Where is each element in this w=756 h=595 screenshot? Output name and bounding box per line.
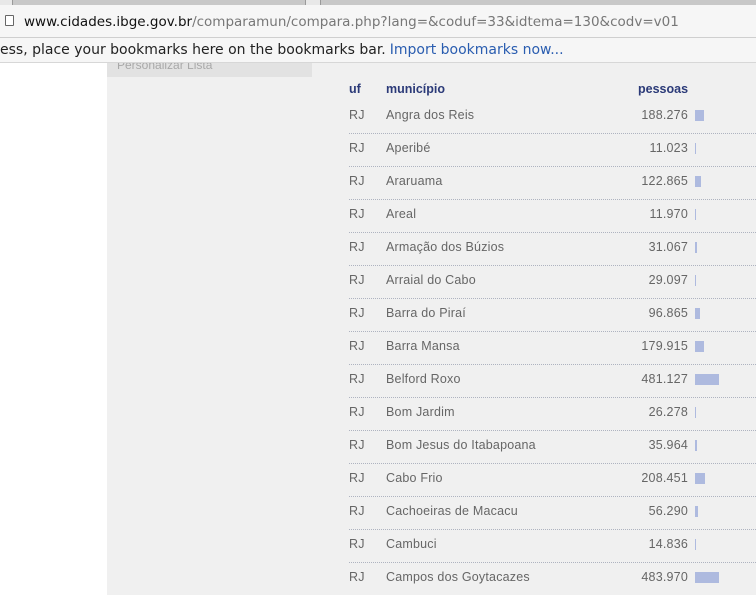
url-path: /comparamun/compara.php?lang=&coduf=33&i… (192, 14, 679, 30)
population-bar (695, 275, 696, 286)
cell-pessoas: 35.964 (648, 438, 688, 452)
bookmarks-message: ess, place your bookmarks here on the bo… (0, 42, 564, 58)
population-bar (695, 539, 696, 550)
cell-pessoas: 14.836 (648, 537, 688, 551)
cell-uf: RJ (349, 174, 365, 188)
import-bookmarks-link[interactable]: Import bookmarks now... (390, 42, 564, 58)
page-icon (5, 15, 14, 26)
cell-municipio[interactable]: Armação dos Búzios (386, 240, 504, 254)
cell-uf: RJ (349, 273, 365, 287)
column-header-uf[interactable]: uf (349, 82, 361, 96)
cell-pessoas: 122.865 (641, 174, 688, 188)
table-row: RJ Bom Jesus do Itabapoana 35.964 (349, 430, 756, 464)
cell-pessoas: 179.915 (641, 339, 688, 353)
address-bar[interactable]: www.cidades.ibge.gov.br/comparamun/compa… (0, 5, 756, 38)
population-bar (695, 572, 719, 583)
sidebar-item-personalizar-lista[interactable]: Personalizar Lista (107, 63, 312, 77)
cell-pessoas: 11.970 (649, 207, 688, 221)
cell-pessoas: 483.970 (641, 570, 688, 584)
cell-municipio[interactable]: Cachoeiras de Macacu (386, 504, 518, 518)
cell-municipio[interactable]: Angra dos Reis (386, 108, 474, 122)
cell-uf: RJ (349, 471, 365, 485)
population-bar (695, 110, 704, 121)
population-bar (695, 506, 698, 517)
cell-uf: RJ (349, 504, 365, 518)
cell-pessoas: 188.276 (641, 108, 688, 122)
cell-municipio[interactable]: Aperibé (386, 141, 431, 155)
cell-uf: RJ (349, 339, 365, 353)
population-bar (695, 308, 700, 319)
column-header-municipio[interactable]: município (386, 82, 445, 96)
population-bar (695, 341, 704, 352)
cell-pessoas: 56.290 (648, 504, 688, 518)
population-bar (695, 407, 696, 418)
cell-pessoas: 31.067 (648, 240, 688, 254)
cell-pessoas: 29.097 (648, 273, 688, 287)
table-row: RJ Bom Jardim 26.278 (349, 397, 756, 431)
table-row: RJ Barra Mansa 179.915 (349, 331, 756, 365)
cell-uf: RJ (349, 207, 365, 221)
table-row: RJ Cachoeiras de Macacu 56.290 (349, 496, 756, 530)
table-row: RJ Campos dos Goytacazes 483.970 (349, 562, 756, 595)
cell-municipio[interactable]: Cabo Frio (386, 471, 443, 485)
population-bar (695, 473, 705, 484)
url-text[interactable]: www.cidades.ibge.gov.br/comparamun/compa… (24, 14, 679, 30)
bookmarks-bar: ess, place your bookmarks here on the bo… (0, 38, 756, 63)
cell-municipio[interactable]: Arraial do Cabo (386, 273, 476, 287)
table-row: RJ Armação dos Búzios 31.067 (349, 232, 756, 266)
cell-uf: RJ (349, 570, 365, 584)
cell-uf: RJ (349, 438, 365, 452)
table-row: RJ Cambuci 14.836 (349, 529, 756, 563)
cell-municipio[interactable]: Belford Roxo (386, 372, 461, 386)
table-row: RJ Angra dos Reis 188.276 (349, 100, 756, 134)
cell-municipio[interactable]: Campos dos Goytacazes (386, 570, 530, 584)
population-bar (695, 374, 719, 385)
cell-municipio[interactable]: Barra do Piraí (386, 306, 466, 320)
cell-pessoas: 481.127 (641, 372, 688, 386)
table-row: RJ Cabo Frio 208.451 (349, 463, 756, 497)
column-header-pessoas[interactable]: pessoas (638, 82, 688, 96)
cell-uf: RJ (349, 306, 365, 320)
cell-municipio[interactable]: Cambuci (386, 537, 437, 551)
table-row: RJ Areal 11.970 (349, 199, 756, 233)
cell-uf: RJ (349, 537, 365, 551)
page-content: Personalizar Lista uf município pessoas … (0, 63, 756, 595)
cell-municipio[interactable]: Bom Jardim (386, 405, 455, 419)
cell-uf: RJ (349, 372, 365, 386)
population-bar (695, 143, 696, 154)
cell-municipio[interactable]: Araruama (386, 174, 442, 188)
url-host: www.cidades.ibge.gov.br (24, 14, 193, 30)
sidebar-item-label: Personalizar Lista (117, 63, 213, 72)
population-bar (695, 209, 696, 220)
table-row: RJ Aperibé 11.023 (349, 133, 756, 167)
cell-pessoas: 208.451 (641, 471, 688, 485)
table-row: RJ Belford Roxo 481.127 (349, 364, 756, 398)
cell-pessoas: 26.278 (648, 405, 688, 419)
cell-pessoas: 11.023 (649, 141, 688, 155)
cell-uf: RJ (349, 108, 365, 122)
cell-uf: RJ (349, 405, 365, 419)
cell-municipio[interactable]: Bom Jesus do Itabapoana (386, 438, 536, 452)
cell-uf: RJ (349, 141, 365, 155)
cell-municipio[interactable]: Areal (386, 207, 416, 221)
population-bar (695, 440, 697, 451)
population-bar (695, 242, 697, 253)
cell-municipio[interactable]: Barra Mansa (386, 339, 460, 353)
population-bar (695, 176, 701, 187)
cell-uf: RJ (349, 240, 365, 254)
table-row: RJ Araruama 122.865 (349, 166, 756, 200)
bookmarks-message-text: ess, place your bookmarks here on the bo… (0, 42, 386, 58)
table-row: RJ Arraial do Cabo 29.097 (349, 265, 756, 299)
table-row: RJ Barra do Piraí 96.865 (349, 298, 756, 332)
cell-pessoas: 96.865 (648, 306, 688, 320)
